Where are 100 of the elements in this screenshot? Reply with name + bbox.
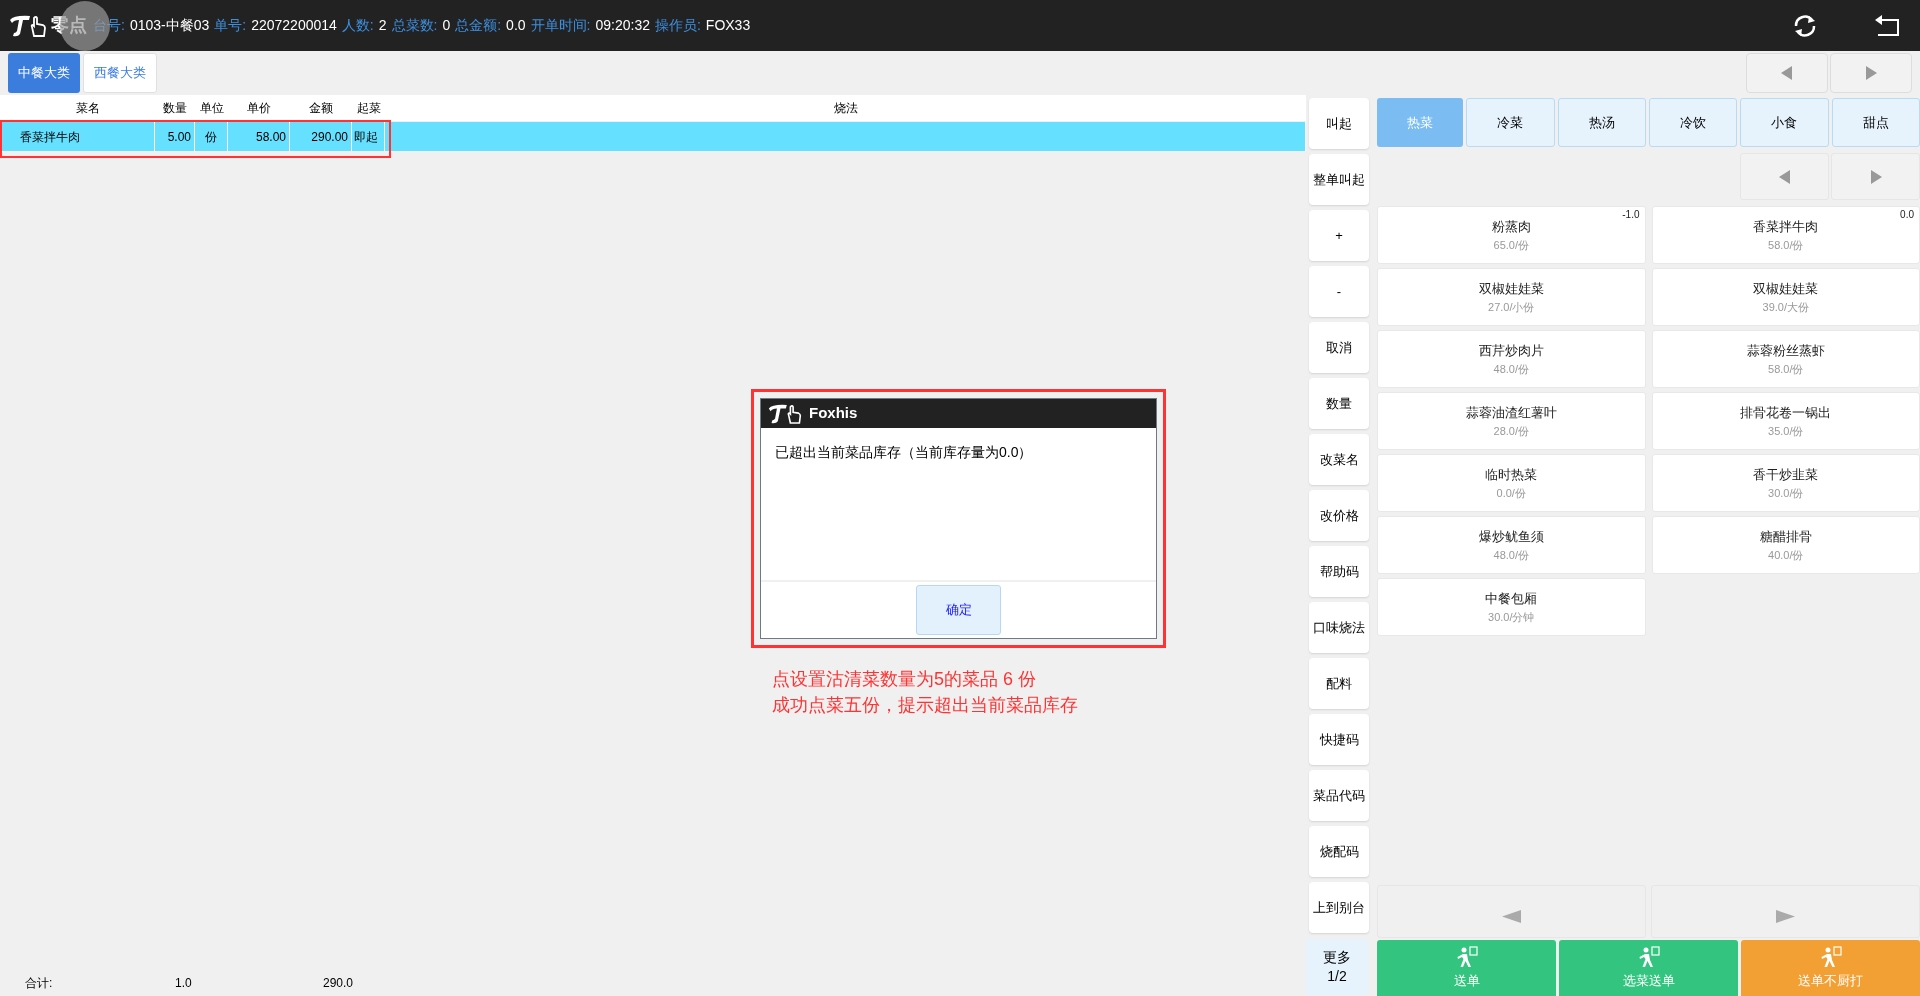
- right-arrow-icon: [1865, 66, 1877, 80]
- function-button[interactable]: 整单叫起: [1309, 154, 1369, 205]
- annotation-text: 点设置沽清菜数量为5的菜品 6 份: [772, 668, 1038, 691]
- dish-name: 双椒娃娃菜: [1478, 280, 1544, 298]
- dish-card[interactable]: 蒜蓉油渣红薯叶 28.0/份: [1377, 392, 1646, 450]
- function-button[interactable]: 快捷码: [1309, 714, 1369, 765]
- total-amount: 290.0: [323, 975, 354, 992]
- dish-card[interactable]: 双椒娃娃菜 27.0/小份: [1377, 268, 1646, 326]
- back-icon[interactable]: [1874, 13, 1900, 38]
- dish-card[interactable]: 糖醋排骨 40.0/份: [1651, 516, 1920, 574]
- column-header: 单价: [247, 100, 271, 117]
- dish-card[interactable]: 香菜拌牛肉 58.0/份 0.0: [1651, 206, 1920, 264]
- next-button[interactable]: [1830, 53, 1912, 93]
- column-header: 烧法: [833, 100, 858, 117]
- field-value: FOX33: [705, 16, 751, 35]
- dish-price: 27.0/小份: [1488, 299, 1535, 315]
- dish-card[interactable]: 西芹炒肉片 48.0/份: [1377, 330, 1646, 388]
- dish-type-tab[interactable]: 冷饮: [1649, 98, 1738, 147]
- dish-card[interactable]: 粉蒸肉 65.0/份 -1.0: [1377, 206, 1646, 264]
- dish-name: 双椒娃娃菜: [1753, 280, 1819, 298]
- refresh-icon[interactable]: [1792, 12, 1818, 39]
- dish-name: 香菜拌牛肉: [1753, 218, 1819, 236]
- column-header: 金额: [309, 100, 333, 117]
- function-button[interactable]: 取消: [1309, 322, 1369, 373]
- field-value: 0: [442, 16, 451, 35]
- logo-icon: [767, 402, 803, 425]
- function-button[interactable]: 数量: [1309, 378, 1369, 429]
- dish-card[interactable]: 排骨花卷一锅出 35.0/份: [1651, 392, 1920, 450]
- dish-name: 中餐包厢: [1485, 590, 1538, 608]
- dish-price: 40.0/份: [1768, 547, 1804, 563]
- field-label: 总金额:: [455, 16, 502, 35]
- field-label: 人数:: [341, 16, 374, 35]
- dish-card[interactable]: 双椒娃娃菜 39.0/大份: [1651, 268, 1920, 326]
- dish-price: 28.0/份: [1493, 423, 1529, 439]
- function-button[interactable]: 菜品代码: [1309, 770, 1369, 821]
- table-cell-text: 即起: [354, 128, 378, 146]
- confirm-button[interactable]: 确定: [916, 585, 1001, 635]
- dish-price: 65.0/份: [1493, 237, 1529, 253]
- function-button[interactable]: 改菜名: [1309, 434, 1369, 485]
- field-value: 0.0: [506, 16, 526, 35]
- field-label: 开单时间:: [530, 16, 591, 35]
- more-button[interactable]: 更多 1/2: [1306, 939, 1368, 995]
- function-button[interactable]: -: [1309, 266, 1369, 317]
- left-arrow-icon: [1778, 169, 1791, 184]
- dish-price: 58.0/份: [1768, 237, 1804, 253]
- field-value: 09:20:32: [595, 16, 650, 35]
- field-label: 总菜数:: [391, 16, 438, 35]
- dish-name: 糖醋排骨: [1759, 528, 1812, 546]
- field-label: 操作员:: [654, 16, 701, 35]
- dish-type-tab[interactable]: 小食: [1740, 98, 1829, 147]
- dish-name: 香干炒韭菜: [1753, 466, 1819, 484]
- function-button[interactable]: +: [1309, 210, 1369, 261]
- table-row[interactable]: 香菜拌牛肉 5.00 份 58.00 290.00 即起: [0, 122, 1306, 151]
- dialog-message: 已超出当前菜品库存（当前库存量为0.0）: [775, 443, 1034, 462]
- dish-card[interactable]: 临时热菜 0.0/份: [1377, 454, 1646, 512]
- category-tab[interactable]: 中餐大类: [8, 53, 80, 93]
- function-button[interactable]: 上到别台: [1309, 882, 1369, 933]
- dish-price: 0.0/份: [1496, 485, 1526, 501]
- dish-name: 排骨花卷一锅出: [1740, 404, 1832, 422]
- dish-card[interactable]: 中餐包厢 30.0/分钟: [1377, 578, 1646, 636]
- annotation-text: 成功点菜五份，提示超出当前菜品库存: [772, 694, 1078, 717]
- function-button[interactable]: 帮助码: [1309, 546, 1369, 597]
- dish-card[interactable]: 爆炒鱿鱼须 48.0/份: [1377, 516, 1646, 574]
- dish-price: 48.0/份: [1493, 547, 1529, 563]
- function-button[interactable]: 改价格: [1309, 490, 1369, 541]
- previous-button[interactable]: [1746, 53, 1828, 93]
- dish-price: 48.0/份: [1493, 361, 1529, 377]
- dish-name: 粉蒸肉: [1491, 218, 1531, 236]
- right-arrow-icon: [1869, 169, 1882, 184]
- dish-name: 临时热菜: [1485, 466, 1538, 484]
- function-button[interactable]: 烧配码: [1309, 826, 1369, 877]
- total-quantity: 1.0: [175, 975, 193, 992]
- table-cell-text: 份: [205, 128, 217, 146]
- app-name: 零点: [51, 14, 87, 37]
- category-tab[interactable]: 西餐大类: [83, 53, 157, 93]
- dish-price: 35.0/份: [1768, 423, 1804, 439]
- dish-name: 蒜蓉油渣红薯叶: [1465, 404, 1557, 422]
- dish-type-tab[interactable]: 热汤: [1557, 98, 1646, 147]
- field-value: 0103-中餐03: [129, 16, 210, 35]
- table-cell-text: 58.00: [255, 128, 286, 146]
- column-header: 数量: [163, 100, 187, 117]
- stock-count: -1.0: [1622, 208, 1640, 222]
- total-label: 合计:: [25, 975, 54, 992]
- table-cell-text: 5.00: [167, 128, 191, 146]
- previous-button[interactable]: [1740, 153, 1829, 200]
- function-button[interactable]: 叫起: [1309, 98, 1369, 149]
- logo-icon: [8, 13, 48, 38]
- stock-count: 0.0: [1900, 208, 1914, 222]
- field-label: 台号:: [93, 16, 125, 35]
- dish-card[interactable]: 蒜蓉粉丝蒸虾 58.0/份: [1651, 330, 1920, 388]
- dish-type-tab[interactable]: 冷菜: [1466, 98, 1555, 147]
- dish-price: 30.0/分钟: [1488, 609, 1535, 625]
- next-button[interactable]: [1831, 153, 1920, 200]
- dish-card[interactable]: 香干炒韭菜 30.0/份: [1651, 454, 1920, 512]
- function-button[interactable]: 口味烧法: [1309, 602, 1369, 653]
- column-header: 菜名: [75, 100, 100, 117]
- function-button[interactable]: 配料: [1309, 658, 1369, 709]
- dish-price: 39.0/大份: [1762, 299, 1809, 315]
- dish-price: 58.0/份: [1768, 361, 1804, 377]
- dish-type-tab[interactable]: 甜点: [1831, 98, 1920, 147]
